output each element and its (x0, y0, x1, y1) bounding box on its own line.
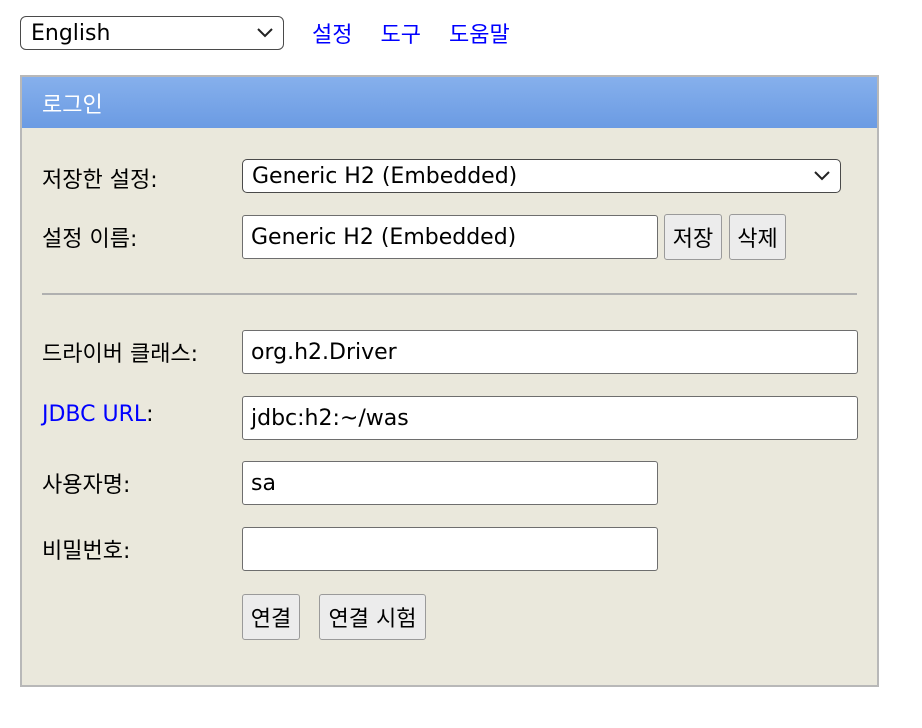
settings-link[interactable]: 설정 (312, 17, 352, 49)
language-select-value: English (31, 20, 111, 46)
saved-settings-value: Generic H2 (Embedded) (252, 163, 518, 189)
delete-button[interactable]: 삭제 (729, 214, 786, 260)
driver-class-input[interactable]: org.h2.Driver (242, 330, 858, 374)
jdbc-url-input[interactable]: jdbc:h2:~/was (242, 396, 858, 440)
setting-name-label: 설정 이름: (42, 227, 138, 252)
driver-class-label: 드라이버 클래스: (42, 342, 199, 367)
help-link[interactable]: 도움말 (449, 17, 510, 49)
chevron-down-icon (812, 166, 832, 186)
login-panel: 로그인 저장한 설정: Generic H2 (Embedded) 설정 이름:… (20, 75, 879, 687)
top-links: 설정 도구 도움말 (312, 17, 510, 49)
password-label: 비밀번호: (42, 539, 131, 564)
divider (42, 293, 857, 295)
saved-settings-label: 저장한 설정: (42, 168, 158, 193)
panel-title: 로그인 (22, 77, 877, 128)
saved-settings-select[interactable]: Generic H2 (Embedded) (242, 159, 841, 193)
tools-link[interactable]: 도구 (380, 17, 420, 49)
test-connection-button[interactable]: 연결 시험 (319, 594, 426, 640)
username-label: 사용자명: (42, 473, 131, 498)
language-select[interactable]: English (20, 16, 284, 50)
jdbc-url-colon: : (146, 402, 154, 427)
save-button[interactable]: 저장 (664, 214, 722, 260)
username-input[interactable]: sa (242, 461, 658, 505)
chevron-down-icon (255, 23, 275, 43)
jdbc-url-label: JDBC URL: (42, 402, 154, 427)
connect-button[interactable]: 연결 (242, 594, 300, 640)
password-input[interactable] (242, 527, 658, 571)
top-bar: English 설정 도구 도움말 (20, 15, 510, 51)
setting-name-input[interactable]: Generic H2 (Embedded) (242, 215, 658, 259)
jdbc-url-link[interactable]: JDBC URL (42, 402, 146, 427)
